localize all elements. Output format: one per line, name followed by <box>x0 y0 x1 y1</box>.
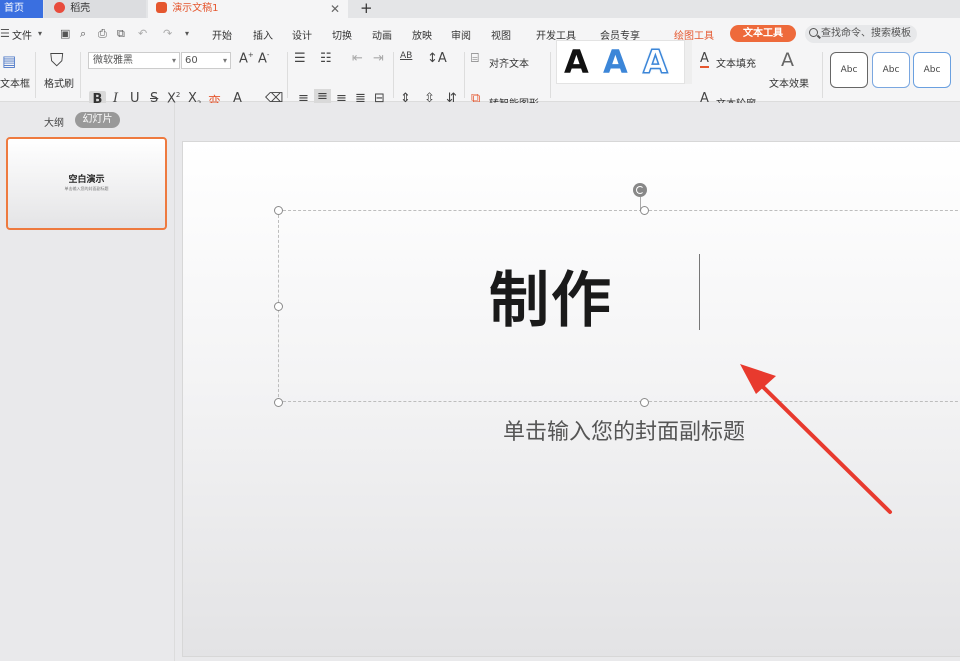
tab-daoke[interactable]: 稻壳 <box>44 0 146 18</box>
align-text-button[interactable]: 对齐文本 <box>489 55 529 70</box>
text-direction-icon[interactable]: AB <box>400 51 412 61</box>
separator <box>464 52 465 98</box>
file-dropdown-icon[interactable]: ▾ <box>38 29 42 38</box>
wordart-style-outline[interactable]: A <box>642 42 668 82</box>
tool-row: ▤ 文本框 ⛉ 格式刷 微软雅黑 ▾ 60 ▾ A+ A- B I U S X2… <box>0 40 960 110</box>
menu-design[interactable]: 设计 <box>292 27 312 42</box>
title-placeholder[interactable] <box>274 183 960 407</box>
chevron-down-icon: ▾ <box>171 56 176 65</box>
resize-handle[interactable] <box>274 398 283 407</box>
menu-hamburger-icon[interactable]: ☰ <box>0 27 10 40</box>
text-fill-icon[interactable]: A <box>700 51 709 68</box>
wordart-style-blue[interactable]: A <box>603 43 628 81</box>
command-search[interactable]: 查找命令、搜索模板 <box>805 25 917 43</box>
format-painter-button[interactable]: 格式刷 <box>44 75 74 90</box>
textbox-button[interactable]: 文本框 <box>0 75 30 90</box>
bullet-list-icon[interactable]: ☰ <box>294 51 306 66</box>
text-effect-icon[interactable]: A <box>781 49 794 71</box>
menu-animation[interactable]: 动画 <box>372 27 392 42</box>
textbox-icon[interactable]: ▤ <box>2 52 16 70</box>
slide-panel: 大纲 幻灯片 空白演示 单击输入您的封面副标题 <box>0 103 175 661</box>
decrease-indent-icon[interactable]: ⇤ <box>352 51 363 66</box>
ribbon: ☰ 文件 ▾ ▣ ⌕ ⎙ ⧉ ↶ ↷ ▾ 开始 插入 设计 切换 动画 放映 审… <box>0 18 960 110</box>
separator <box>822 52 823 98</box>
decrease-font-icon[interactable]: A- <box>258 51 269 66</box>
tab-daoke-label: 稻壳 <box>70 3 91 14</box>
slide-subtitle[interactable]: 单击输入您的封面副标题 <box>503 414 745 446</box>
wordart-gallery[interactable]: A A A <box>556 40 692 84</box>
menu-insert[interactable]: 插入 <box>253 27 273 42</box>
tab-slides[interactable]: 幻灯片 <box>75 112 120 128</box>
separator <box>550 52 551 98</box>
separator <box>287 52 288 98</box>
resize-handle[interactable] <box>640 398 649 407</box>
new-tab-button[interactable]: + <box>360 0 373 18</box>
separator <box>393 52 394 98</box>
format-painter-icon[interactable]: ⛉ <box>50 50 64 71</box>
menu-view[interactable]: 视图 <box>491 27 511 42</box>
align-center-icon[interactable]: ≡ <box>314 89 331 104</box>
tab-outline[interactable]: 大纲 <box>44 114 64 129</box>
font-name-select[interactable]: 微软雅黑 ▾ <box>88 52 180 69</box>
increase-font-icon[interactable]: A+ <box>239 51 254 66</box>
menu-transition[interactable]: 切换 <box>332 27 352 42</box>
thumbnail-subtitle: 单击输入您的封面副标题 <box>64 186 109 191</box>
save-icon[interactable]: ▣ <box>60 27 70 40</box>
thumbnail-title: 空白演示 <box>68 175 105 185</box>
gallery-scroll[interactable] <box>684 40 692 84</box>
undo-icon[interactable]: ↶ <box>138 27 147 40</box>
numbered-list-icon[interactable]: ☷ <box>320 51 332 66</box>
text-caret <box>699 254 700 330</box>
resize-handle[interactable] <box>274 302 283 311</box>
shape-style-2[interactable]: Abc <box>872 52 910 88</box>
separator <box>80 52 81 98</box>
tab-bar: 首页 稻壳 演示文稿1 ✕ + <box>0 0 960 18</box>
print-icon[interactable]: ⎙ <box>98 27 107 41</box>
menu-file[interactable]: 文件 <box>12 27 32 42</box>
slide-thumbnail[interactable]: 空白演示 单击输入您的封面副标题 <box>6 137 167 230</box>
wordart-style-black[interactable]: A <box>564 43 589 81</box>
slide[interactable]: 制作 单击输入您的封面副标题 <box>182 141 960 657</box>
search-icon <box>809 28 818 37</box>
separator <box>35 52 36 98</box>
shape-style-1[interactable]: Abc <box>830 52 868 88</box>
resize-handle[interactable] <box>274 206 283 215</box>
close-tab-icon[interactable]: ✕ <box>330 0 340 18</box>
line-spacing-icon[interactable]: ↕A <box>427 51 447 66</box>
redo-icon[interactable]: ↷ <box>163 27 172 40</box>
slide-canvas: 制作 单击输入您的封面副标题 <box>176 103 960 661</box>
rotate-handle-icon[interactable] <box>633 183 647 197</box>
resize-handle[interactable] <box>640 206 649 215</box>
chevron-down-icon: ▾ <box>222 56 227 65</box>
text-effect-button[interactable]: 文本效果 <box>769 75 809 90</box>
customize-toolbar-icon[interactable]: ▾ <box>185 29 189 38</box>
increase-indent-icon[interactable]: ⇥ <box>373 51 384 66</box>
align-text-icon[interactable]: ⌸ <box>471 51 479 66</box>
print-preview-icon[interactable]: ⧉ <box>117 27 125 41</box>
tab-document-label: 演示文稿1 <box>172 3 219 14</box>
font-size-value: 60 <box>185 55 198 66</box>
shape-style-3[interactable]: Abc <box>913 52 951 88</box>
font-size-select[interactable]: 60 ▾ <box>181 52 231 69</box>
menu-review[interactable]: 审阅 <box>451 27 471 42</box>
daoke-logo-icon <box>54 2 65 13</box>
font-name-value: 微软雅黑 <box>93 55 133 66</box>
menu-row: ☰ 文件 ▾ ▣ ⌕ ⎙ ⧉ ↶ ↷ ▾ 开始 插入 设计 切换 动画 放映 审… <box>0 18 960 48</box>
slide-title[interactable]: 制作 <box>489 252 613 339</box>
search-placeholder: 查找命令、搜索模板 <box>821 28 911 39</box>
format-painter-small-icon[interactable]: ⌕ <box>80 27 86 41</box>
menu-text-tools[interactable]: 文本工具 <box>730 25 796 42</box>
menu-start[interactable]: 开始 <box>212 27 232 42</box>
presentation-file-icon <box>156 2 167 13</box>
tab-home[interactable]: 首页 <box>0 0 43 18</box>
text-fill-button[interactable]: 文本填充 <box>716 55 756 70</box>
menu-slideshow[interactable]: 放映 <box>412 27 432 42</box>
tab-document[interactable]: 演示文稿1 ✕ <box>148 0 348 18</box>
